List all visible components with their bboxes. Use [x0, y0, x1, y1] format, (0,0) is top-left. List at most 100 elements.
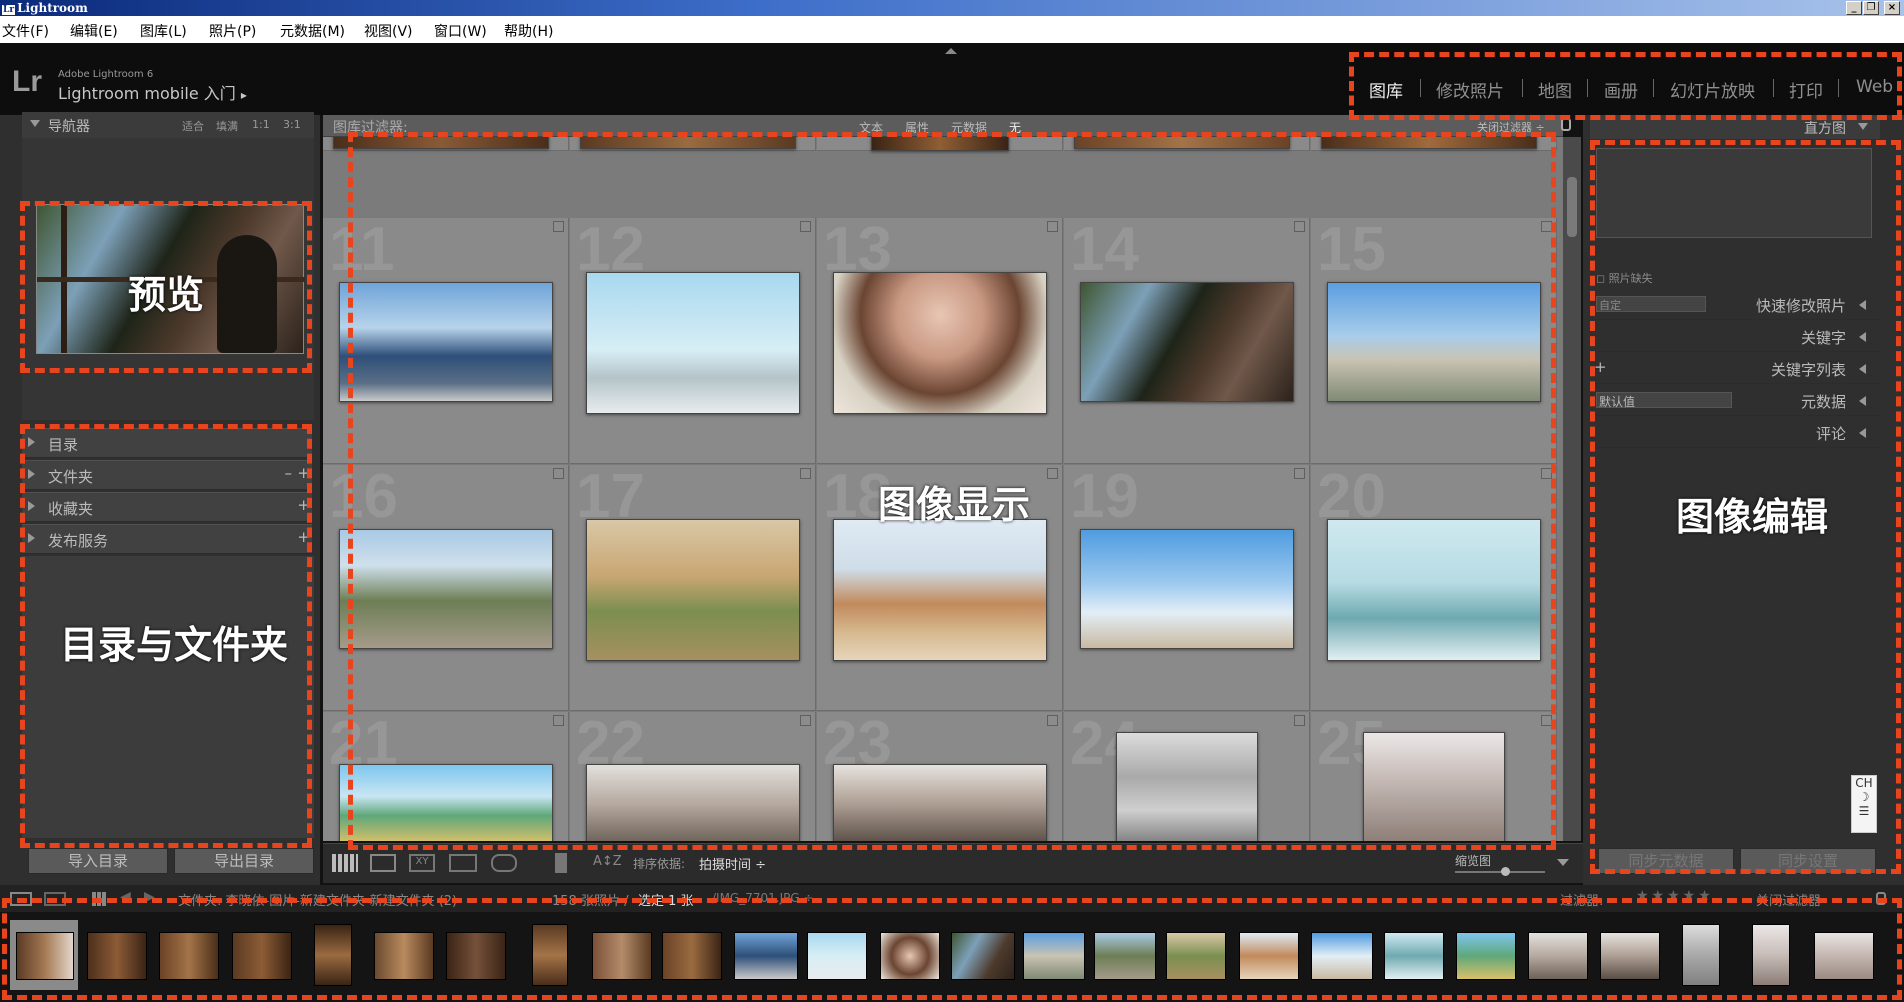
back-arrow-icon[interactable]: ◀	[120, 889, 131, 905]
grid-view-icon[interactable]	[332, 854, 358, 872]
flag-icon[interactable]	[800, 715, 811, 726]
filmstrip-thumbnail[interactable]	[592, 932, 652, 980]
grid-cell[interactable]: 23	[817, 709, 1063, 841]
plus-icon[interactable]: +	[297, 464, 310, 482]
filmstrip-thumbnail[interactable]	[1528, 932, 1588, 980]
menu-edit[interactable]: 编辑(E)	[70, 21, 118, 41]
photo-thumbnail-mount-fuji[interactable]	[339, 282, 553, 402]
flag-icon[interactable]	[800, 468, 811, 479]
lock-icon[interactable]	[1561, 118, 1571, 131]
module-book[interactable]: 画册	[1604, 77, 1638, 102]
photo-thumbnail-umbrella[interactable]	[1363, 732, 1505, 841]
section-metadata[interactable]: 默认值 元数据	[1590, 386, 1880, 416]
photo-thumbnail[interactable]	[580, 137, 796, 149]
filmstrip-thumbnail[interactable]	[1166, 932, 1226, 980]
grid-scrollbar[interactable]	[1563, 137, 1581, 841]
people-view-icon[interactable]	[491, 854, 517, 872]
photo-thumbnail-friends[interactable]	[833, 764, 1047, 841]
grid-cell[interactable]: 22	[570, 709, 816, 841]
grid-cell[interactable]: 14	[1064, 215, 1310, 464]
filmstrip-thumbnail[interactable]	[880, 932, 940, 980]
photo-thumbnail[interactable]	[1321, 137, 1537, 149]
module-map[interactable]: 地图	[1538, 77, 1572, 102]
star-rating-filter[interactable]: ★★★★★	[1636, 888, 1714, 904]
grid-cell-partial[interactable]	[323, 137, 569, 151]
photo-thumbnail[interactable]	[871, 137, 1009, 151]
toolbar-menu-triangle-icon[interactable]	[1557, 859, 1569, 866]
preset-select[interactable]: 自定	[1596, 296, 1706, 312]
filmstrip-thumbnail[interactable]	[1814, 932, 1874, 980]
grid-cell[interactable]: 11	[323, 215, 569, 464]
photo-thumbnail-train[interactable]	[339, 764, 553, 841]
scrollbar-thumb[interactable]	[1567, 177, 1577, 237]
close-filter-toggle[interactable]: 关闭过滤器 ÷	[1477, 119, 1545, 135]
plus-icon[interactable]: +	[1594, 358, 1607, 376]
monitor-1-icon[interactable]	[10, 892, 32, 906]
filter-none[interactable]: 无	[1009, 119, 1021, 136]
sync-settings-button[interactable]: 同步设置	[1740, 848, 1876, 874]
section-keywording[interactable]: 关键字	[1590, 322, 1880, 352]
survey-view-icon[interactable]	[449, 854, 477, 872]
navigator-header[interactable]: 导航器 适合 填满 1:1 3:1	[22, 112, 314, 138]
forward-arrow-icon[interactable]: ▶	[144, 889, 155, 905]
photo-thumbnail-scooter[interactable]	[586, 272, 800, 414]
section-collections[interactable]: 收藏夹 +	[22, 492, 312, 522]
filmstrip-thumbnail[interactable]	[1023, 932, 1085, 980]
restore-button[interactable]: ❐	[1863, 1, 1879, 15]
section-publish[interactable]: 发布服务 +	[22, 524, 312, 554]
flag-icon[interactable]	[1047, 468, 1058, 479]
histogram-header[interactable]: 直方图	[1590, 115, 1880, 139]
plus-icon[interactable]: +	[297, 528, 310, 546]
lightroom-mobile-link[interactable]: Lightroom mobile 入门 ▸	[58, 80, 247, 104]
filmstrip-thumbnail[interactable]	[232, 932, 292, 980]
slider-thumb[interactable]	[1501, 867, 1510, 876]
grid-cell-partial[interactable]	[1311, 137, 1557, 151]
sort-select[interactable]: 拍摄时间 ÷	[699, 854, 766, 873]
module-library[interactable]: 图库	[1369, 77, 1403, 102]
filmstrip-thumbnail[interactable]	[662, 932, 722, 980]
flag-icon[interactable]	[800, 221, 811, 232]
menu-photo[interactable]: 照片(P)	[209, 21, 256, 41]
filmstrip-thumbnail[interactable]	[1600, 932, 1660, 980]
plus-icon[interactable]: +	[297, 496, 310, 514]
grid-cell[interactable]: 20	[1311, 462, 1557, 711]
filmstrip-thumbnail[interactable]	[1094, 932, 1156, 980]
zoom-fill[interactable]: 填满	[216, 118, 238, 134]
flag-icon[interactable]	[1294, 715, 1305, 726]
grid-cell[interactable]: 24	[1064, 709, 1310, 841]
section-folders[interactable]: 文件夹 – +	[22, 460, 312, 490]
sync-metadata-button[interactable]: 同步元数据	[1598, 848, 1734, 874]
section-keyword-list[interactable]: + 关键字列表	[1590, 354, 1880, 384]
spray-can-icon[interactable]	[555, 853, 567, 873]
flag-icon[interactable]	[1294, 221, 1305, 232]
grid-cell[interactable]: 25	[1311, 709, 1557, 841]
ime-language[interactable]: CH	[1852, 776, 1876, 790]
flag-icon[interactable]	[1541, 715, 1552, 726]
file-name[interactable]: /IMG_7701.JPG ÷	[712, 891, 814, 905]
metadata-preset-select[interactable]: 默认值	[1596, 392, 1732, 409]
filmstrip-thumbnail[interactable]	[446, 932, 506, 980]
close-button[interactable]: ×	[1884, 1, 1900, 15]
export-catalog-button[interactable]: 导出目录	[174, 848, 314, 874]
filmstrip-thumbnail[interactable]	[734, 932, 798, 980]
filmstrip-thumbnail[interactable]	[159, 932, 219, 980]
flag-icon[interactable]	[553, 715, 564, 726]
filmstrip-thumbnail[interactable]	[1311, 932, 1373, 980]
filmstrip-thumbnail[interactable]	[16, 932, 74, 980]
flag-icon[interactable]	[1541, 468, 1552, 479]
filmstrip-thumbnail[interactable]	[314, 924, 352, 986]
menu-library[interactable]: 图库(L)	[140, 21, 187, 41]
photo-thumbnail-deer[interactable]	[586, 519, 800, 661]
filter-text[interactable]: 文本	[859, 119, 883, 136]
menu-icon[interactable]: ☰	[1852, 804, 1876, 818]
grid-cell[interactable]: 12	[570, 215, 816, 464]
menu-metadata[interactable]: 元数据(M)	[280, 21, 345, 41]
module-print[interactable]: 打印	[1789, 77, 1823, 102]
lock-icon[interactable]	[1876, 892, 1886, 905]
photo-thumbnail[interactable]	[333, 137, 549, 149]
minus-icon[interactable]: –	[285, 464, 293, 482]
filmstrip-thumbnail[interactable]	[87, 932, 147, 980]
zoom-1-1[interactable]: 1:1	[252, 118, 270, 131]
photo-thumbnail-window[interactable]	[1080, 282, 1294, 402]
filmstrip-thumbnail[interactable]	[1752, 924, 1790, 986]
